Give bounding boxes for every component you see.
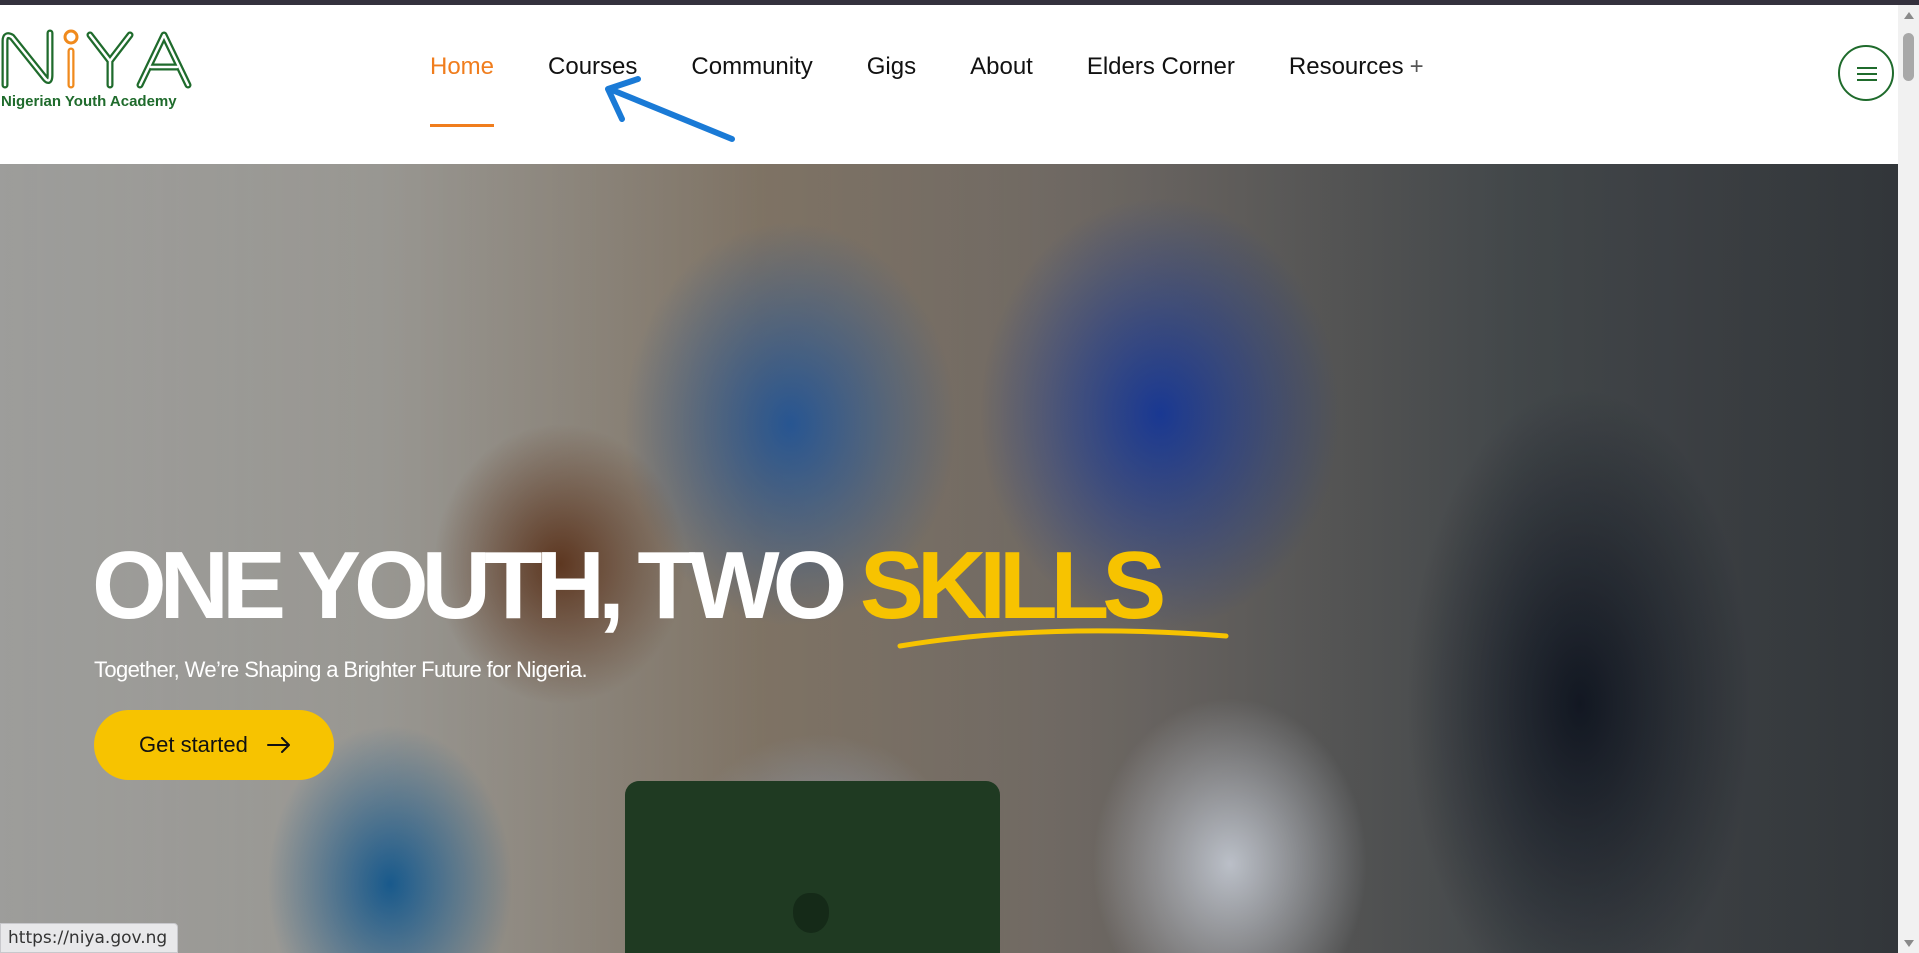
hero-title-main: ONE YOUTH, TWO xyxy=(92,532,860,639)
niya-logo-icon xyxy=(1,29,192,89)
nav-item-courses[interactable]: Courses xyxy=(548,5,637,81)
main-nav: Home Courses Community Gigs About Elders… xyxy=(430,5,1478,164)
hamburger-bar xyxy=(1857,73,1877,75)
get-started-button[interactable]: Get started xyxy=(94,710,334,780)
nav-item-gigs[interactable]: Gigs xyxy=(867,5,916,81)
annotation-arrow-icon xyxy=(605,76,735,142)
nav-item-resources[interactable]: Resources + xyxy=(1289,5,1424,81)
site-header: Nigerian Youth Academy Home Courses Comm… xyxy=(0,5,1898,164)
niya-logo[interactable]: Nigerian Youth Academy xyxy=(0,27,200,122)
status-bar-url: https://niya.gov.ng xyxy=(0,923,179,953)
nav-item-community[interactable]: Community xyxy=(691,5,812,81)
scroll-down-arrow-icon[interactable] xyxy=(1904,940,1914,947)
nav-item-home[interactable]: Home xyxy=(430,5,495,127)
plus-icon: + xyxy=(1409,53,1424,80)
arrow-right-icon xyxy=(267,737,290,753)
nav-item-resources-label: Resources xyxy=(1288,53,1404,80)
scroll-thumb[interactable] xyxy=(1903,33,1914,81)
scroll-up-arrow-icon[interactable] xyxy=(1904,12,1914,19)
nav-item-elders-corner[interactable]: Elders Corner xyxy=(1087,5,1235,81)
nav-item-about[interactable]: About xyxy=(970,5,1033,81)
hamburger-bar xyxy=(1857,79,1877,81)
page-scrollbar[interactable] xyxy=(1898,5,1919,953)
hamburger-menu-button[interactable] xyxy=(1838,45,1894,101)
get-started-label: Get started xyxy=(139,732,248,757)
swoosh-underline-icon xyxy=(897,628,1229,649)
logo-tagline: Nigerian Youth Academy xyxy=(1,93,177,110)
hero-subtitle: Together, We’re Shaping a Brighter Futur… xyxy=(94,657,588,682)
hamburger-menu-icon xyxy=(1857,67,1877,69)
apple-logo-icon xyxy=(793,893,829,933)
hero-section: ONE YOUTH, TWO SKILLS Together, We’re Sh… xyxy=(0,164,1898,953)
laptop-image xyxy=(625,781,1000,953)
